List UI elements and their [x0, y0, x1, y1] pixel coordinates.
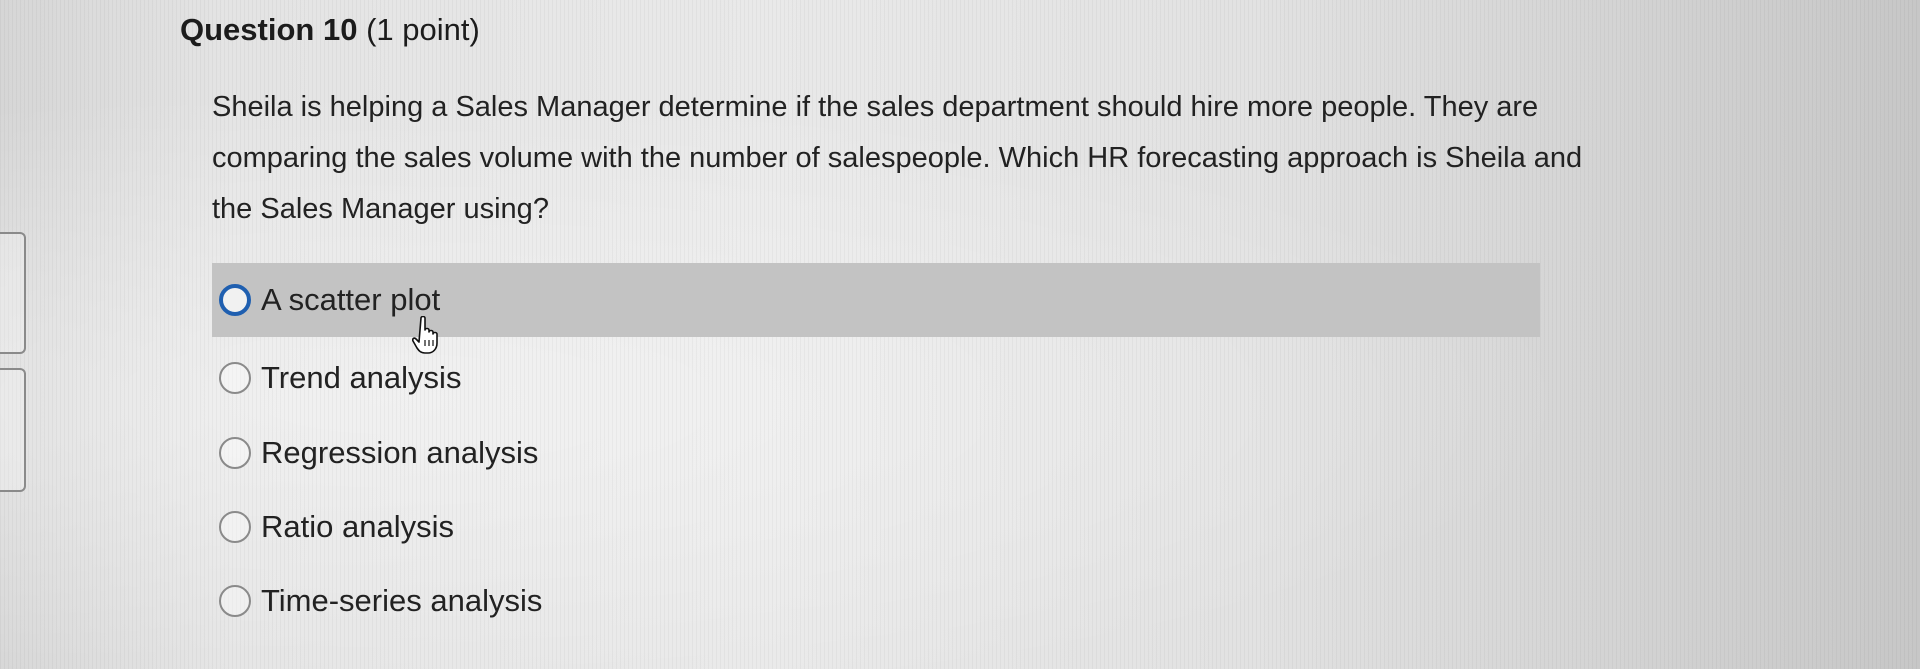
question-points: (1 point) [366, 12, 480, 47]
answer-option-label: Trend analysis [261, 360, 462, 395]
radio-button[interactable] [219, 362, 251, 394]
side-panel-edge [0, 232, 26, 354]
radio-button[interactable] [219, 511, 251, 543]
side-panel-edge [0, 368, 26, 492]
answer-option-ratio-analysis[interactable]: Ratio analysis [212, 490, 454, 564]
question-header: Question 10 (1 point) [180, 12, 480, 48]
question-number: Question 10 [180, 12, 358, 47]
answer-option-time-series-analysis[interactable]: Time-series analysis [212, 564, 542, 638]
answer-option-regression-analysis[interactable]: Regression analysis [212, 416, 538, 490]
radio-button[interactable] [219, 437, 251, 469]
answer-option-label: Time-series analysis [261, 583, 543, 618]
answer-option-label: Ratio analysis [261, 509, 454, 544]
question-text: Sheila is helping a Sales Manager determ… [212, 91, 1583, 225]
radio-button[interactable] [219, 284, 251, 316]
hand-pointer-icon [412, 316, 438, 354]
answer-option-label: Regression analysis [261, 435, 539, 470]
radio-button[interactable] [219, 585, 251, 617]
answer-option-label: A scatter plot [261, 282, 441, 317]
